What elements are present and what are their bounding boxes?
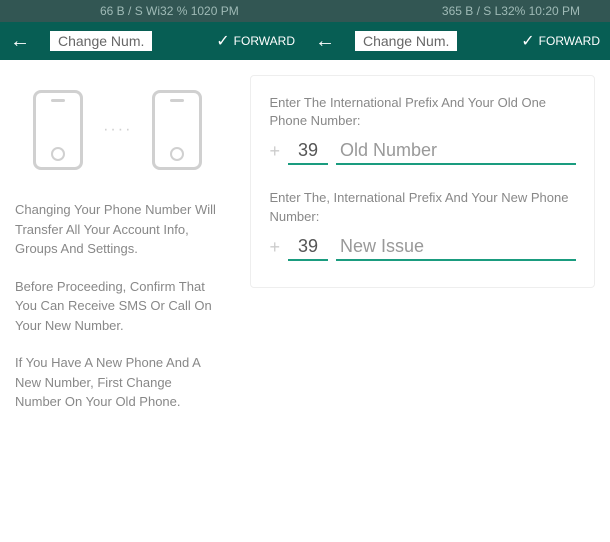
app-bar-right: ← Change Num. ✓ FORWARD bbox=[305, 22, 610, 60]
forward-button-right[interactable]: ✓ FORWARD bbox=[521, 31, 600, 51]
check-icon: ✓ bbox=[521, 31, 534, 51]
forward-label: FORWARD bbox=[539, 34, 600, 48]
old-prefix-input[interactable] bbox=[288, 138, 328, 165]
phones-graphic: ···· bbox=[15, 90, 220, 170]
page-title-left: Change Num. bbox=[50, 31, 152, 51]
forward-label: FORWARD bbox=[234, 34, 295, 48]
old-number-label: Enter The International Prefix And Your … bbox=[269, 94, 576, 130]
new-number-input[interactable] bbox=[336, 234, 576, 261]
phone-old-icon bbox=[33, 90, 83, 170]
app-bar-left: ← Change Num. ✓ FORWARD bbox=[0, 22, 305, 60]
plus-icon: + bbox=[269, 141, 280, 162]
back-arrow-icon[interactable]: ← bbox=[10, 30, 30, 53]
check-icon: ✓ bbox=[216, 31, 229, 51]
status-bar-left: 66 B / S Wi32 % 1020 PM bbox=[0, 0, 340, 22]
new-prefix-input[interactable] bbox=[288, 234, 328, 261]
info-panel: ···· Changing Your Phone Number Will Tra… bbox=[0, 60, 235, 542]
status-bar-right: 365 B / S L32% 10:20 PM bbox=[340, 0, 610, 22]
forward-button-left[interactable]: ✓ FORWARD bbox=[216, 31, 295, 51]
info-text-newphone: If You Have A New Phone And A New Number… bbox=[15, 353, 220, 412]
transfer-dots-icon: ···· bbox=[103, 121, 132, 139]
back-arrow-icon[interactable]: ← bbox=[315, 30, 335, 53]
info-text-transfer: Changing Your Phone Number Will Transfer… bbox=[15, 200, 220, 259]
page-title-right: Change Num. bbox=[355, 31, 457, 51]
phone-new-icon bbox=[152, 90, 202, 170]
plus-icon: + bbox=[269, 237, 280, 258]
info-text-confirm: Before Proceeding, Confirm That You Can … bbox=[15, 277, 220, 336]
new-number-label: Enter The, International Prefix And Your… bbox=[269, 189, 576, 225]
old-number-input[interactable] bbox=[336, 138, 576, 165]
form-panel: Enter The International Prefix And Your … bbox=[235, 60, 610, 542]
